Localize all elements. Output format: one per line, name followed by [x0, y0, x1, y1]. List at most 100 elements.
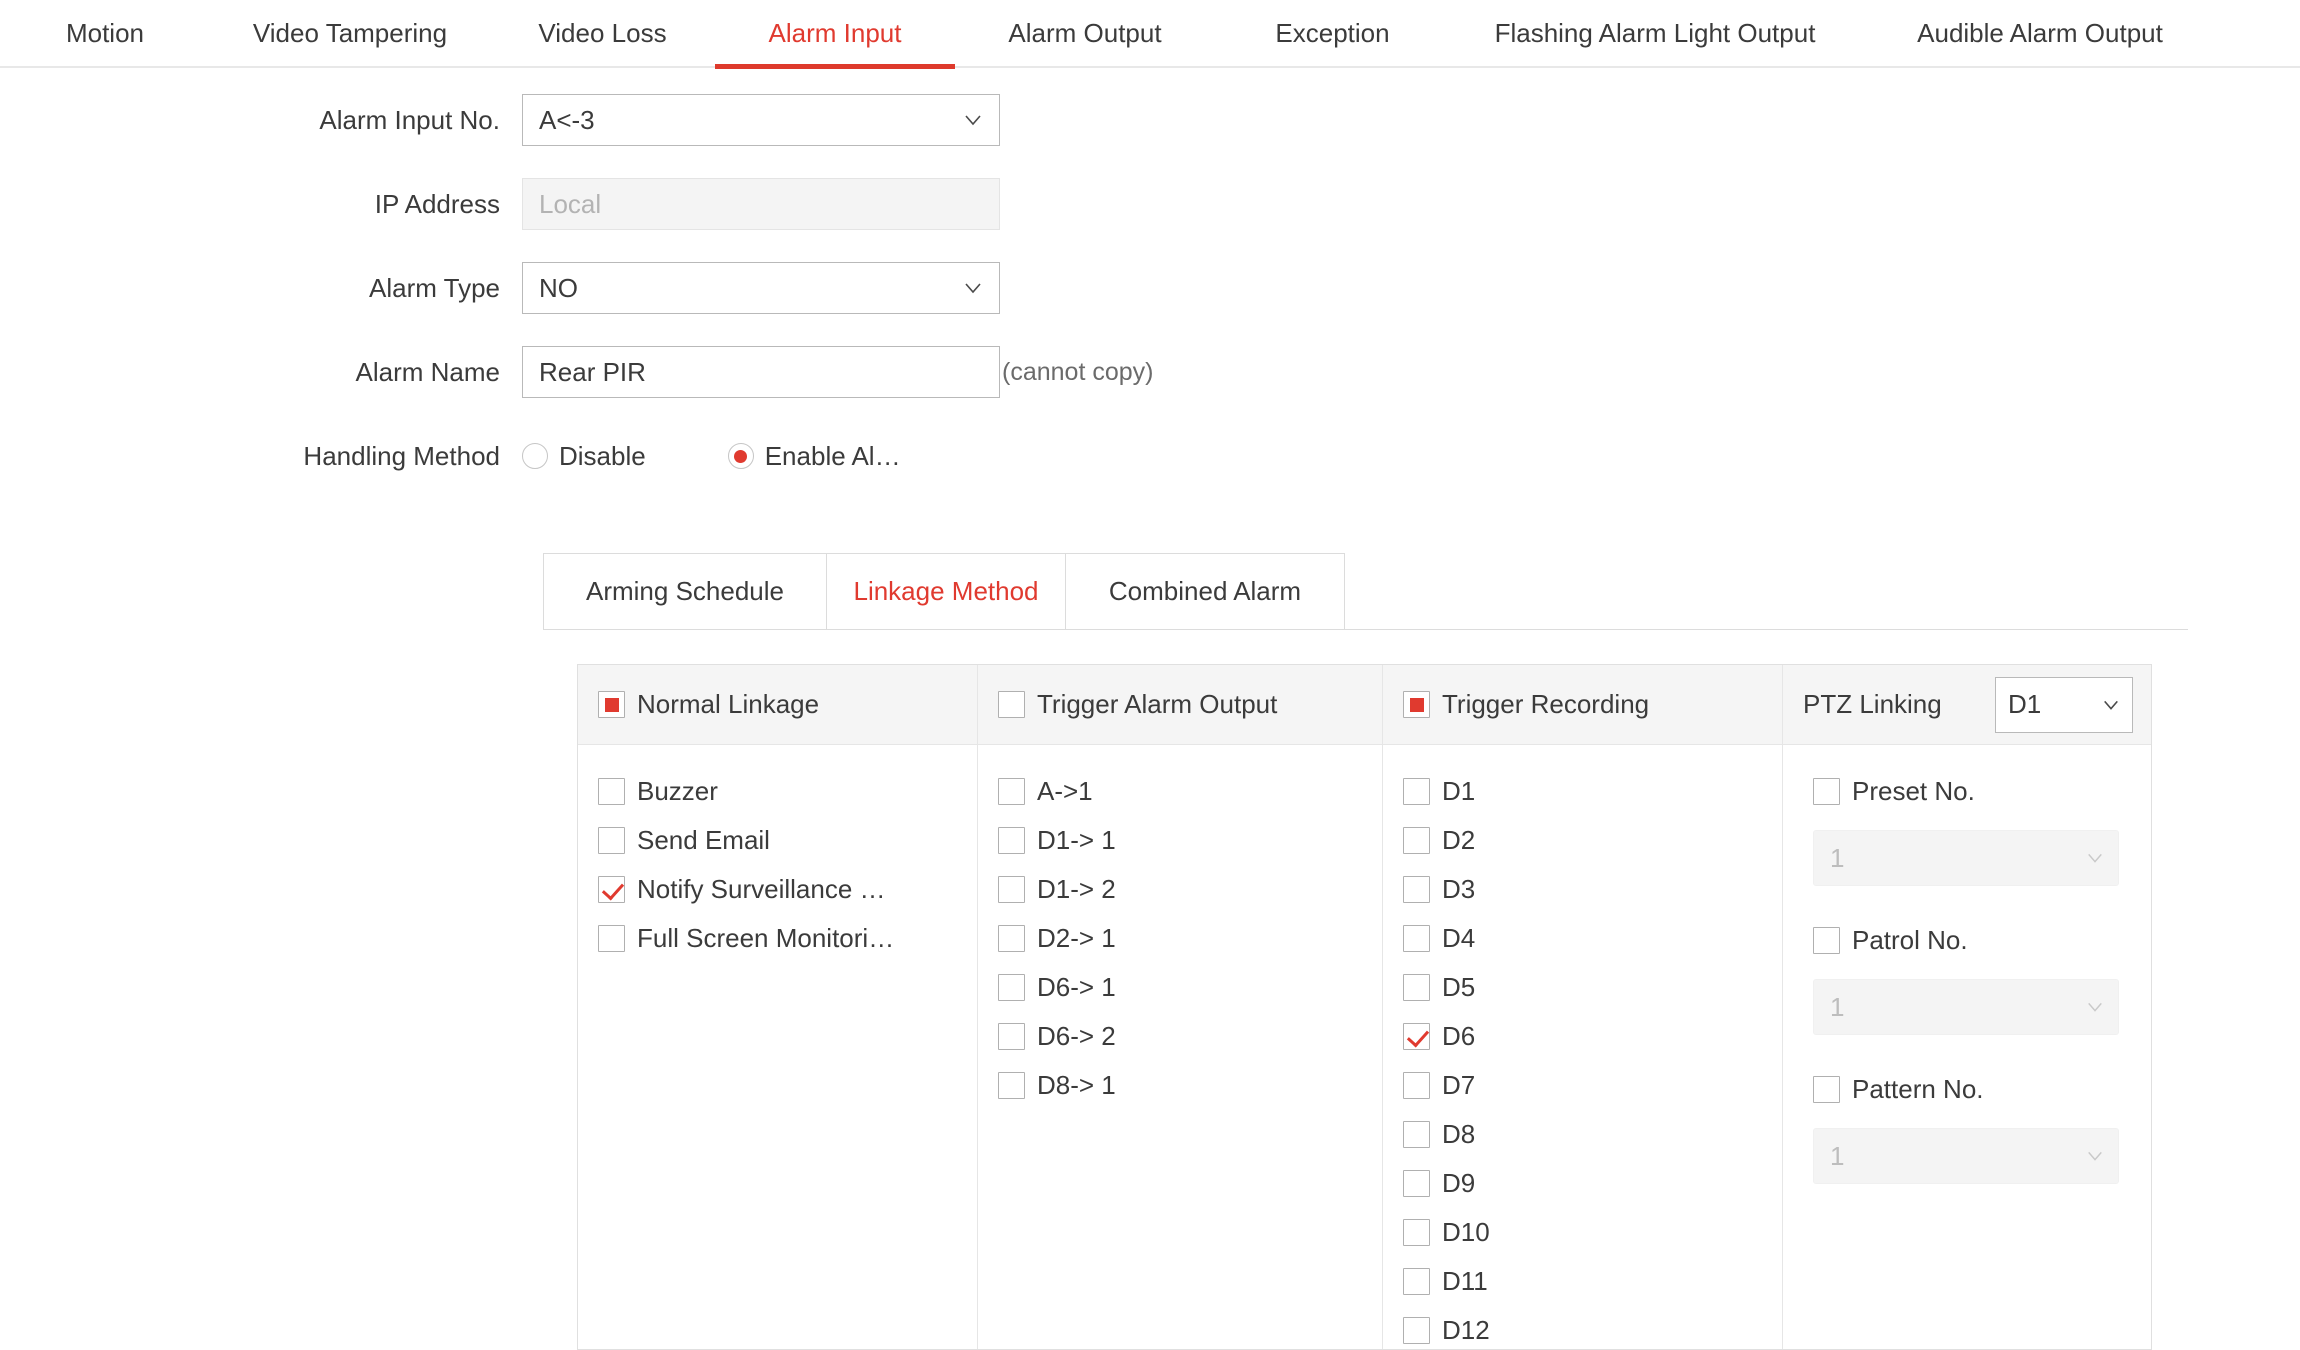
normal-linkage-item[interactable]: Buzzer — [598, 767, 957, 816]
checkbox-icon[interactable] — [598, 827, 625, 854]
normal-linkage-header-checkbox[interactable] — [598, 691, 625, 718]
checkbox-icon[interactable] — [1403, 1170, 1430, 1197]
handling-method-option-disable[interactable]: Disable — [522, 441, 646, 472]
radio-icon[interactable] — [727, 443, 754, 469]
trigger-recording-item[interactable]: D5 — [1403, 963, 1762, 1012]
trigger-recording-item[interactable]: D3 — [1403, 865, 1762, 914]
trigger-alarm-output-item[interactable]: A->1 — [998, 767, 1362, 816]
form-row-alarm-name: Alarm Name Rear PIR (cannot copy) — [0, 346, 2300, 398]
tab-video-loss[interactable]: Video Loss — [490, 0, 715, 67]
trigger-alarm-output-item-label: D8-> 1 — [1037, 1070, 1116, 1100]
trigger-alarm-output-item[interactable]: D6-> 2 — [998, 1012, 1362, 1061]
ptz-linking-groups: Preset No. 1 Patrol No. 1 Pattern No. 1 — [1783, 745, 2151, 1214]
checkbox-icon[interactable] — [598, 876, 625, 903]
trigger-recording-item[interactable]: D10 — [1403, 1208, 1762, 1257]
checkbox-icon[interactable] — [998, 876, 1025, 903]
checkbox-icon[interactable] — [598, 925, 625, 952]
trigger-alarm-output-item[interactable]: D8-> 1 — [998, 1061, 1362, 1110]
trigger-recording-item[interactable]: D2 — [1403, 816, 1762, 865]
tab-exception[interactable]: Exception — [1215, 0, 1450, 67]
tab-motion[interactable]: Motion — [0, 0, 210, 67]
trigger-alarm-output-item[interactable]: D1-> 1 — [998, 816, 1362, 865]
checkbox-icon[interactable] — [1403, 778, 1430, 805]
normal-linkage-header[interactable]: Normal Linkage — [578, 665, 977, 745]
ptz-group-value-select[interactable]: 1 — [1813, 979, 2119, 1035]
tab-alarm-input[interactable]: Alarm Input — [715, 0, 955, 69]
checkbox-icon[interactable] — [598, 778, 625, 805]
alarm-input-no-select[interactable]: A<-3 — [522, 94, 1000, 146]
tab-audible-alarm-output[interactable]: Audible Alarm Output — [1860, 0, 2220, 67]
tab-flashing-alarm-light-output[interactable]: Flashing Alarm Light Output — [1450, 0, 1860, 67]
checkbox-icon[interactable] — [1403, 876, 1430, 903]
ptz-group-checkbox-row[interactable]: Patrol No. — [1813, 916, 2131, 965]
checkbox-icon[interactable] — [998, 1072, 1025, 1099]
trigger-recording-item[interactable]: D1 — [1403, 767, 1762, 816]
trigger-recording-header-checkbox[interactable] — [1403, 691, 1430, 718]
linkage-method-table: Normal Linkage Buzzer Send Email Notify Su… — [577, 664, 2152, 1350]
subtab-linkage-method[interactable]: Linkage Method — [826, 553, 1066, 629]
ptz-group-value-select[interactable]: 1 — [1813, 1128, 2119, 1184]
tab-alarm-output[interactable]: Alarm Output — [955, 0, 1215, 67]
checkbox-icon[interactable] — [1403, 1023, 1430, 1050]
tab-label: Exception — [1275, 17, 1390, 48]
checkbox-icon[interactable] — [1403, 1219, 1430, 1246]
checkbox-icon[interactable] — [1403, 925, 1430, 952]
checkbox-icon[interactable] — [998, 1023, 1025, 1050]
trigger-recording-header[interactable]: Trigger Recording — [1383, 665, 1782, 745]
checkbox-icon[interactable] — [1403, 1121, 1430, 1148]
trigger-recording-item[interactable]: D11 — [1403, 1257, 1762, 1306]
checkbox-icon[interactable] — [998, 974, 1025, 1001]
normal-linkage-item[interactable]: Full Screen Monitori… — [598, 914, 957, 963]
ptz-group-checkbox-row[interactable]: Preset No. — [1813, 767, 2131, 816]
trigger-alarm-output-item[interactable]: D2-> 1 — [998, 914, 1362, 963]
alarm-type-label: Alarm Type — [368, 272, 500, 303]
trigger-alarm-output-item-label: D2-> 1 — [1037, 923, 1116, 953]
radio-icon[interactable] — [522, 443, 548, 469]
trigger-recording-item[interactable]: D6 — [1403, 1012, 1762, 1061]
trigger-alarm-output-header-checkbox[interactable] — [998, 691, 1025, 718]
alarm-type-select[interactable]: NO — [522, 262, 1000, 314]
subtab-combined-alarm[interactable]: Combined Alarm — [1065, 553, 1345, 629]
ptz-group-checkbox-row[interactable]: Pattern No. — [1813, 1065, 2131, 1114]
tab-label: Audible Alarm Output — [1917, 17, 2163, 48]
normal-linkage-header-label: Normal Linkage — [637, 689, 820, 719]
column-normal-linkage: Normal Linkage Buzzer Send Email Notify Su… — [578, 665, 978, 1349]
checkbox-icon[interactable] — [1403, 827, 1430, 854]
linkage-section: Arming Schedule Linkage Method Combined Al… — [543, 553, 2188, 1350]
checkbox-icon[interactable] — [998, 827, 1025, 854]
checkbox-icon[interactable] — [1403, 1268, 1430, 1295]
checkbox-icon[interactable] — [1813, 927, 1840, 954]
ptz-channel-select[interactable]: D1 — [1995, 676, 2133, 733]
trigger-alarm-output-item-label: D6-> 1 — [1037, 972, 1116, 1002]
checkbox-icon[interactable] — [1403, 974, 1430, 1001]
checkbox-icon[interactable] — [1403, 1072, 1430, 1099]
trigger-alarm-output-item-label: D1-> 2 — [1037, 874, 1116, 904]
checkbox-icon[interactable] — [1813, 1076, 1840, 1103]
tab-video-tampering[interactable]: Video Tampering — [210, 0, 490, 67]
ip-address-field[interactable]: Local — [522, 178, 1000, 230]
checkbox-icon[interactable] — [1403, 1317, 1430, 1344]
trigger-recording-item[interactable]: D12 — [1403, 1306, 1762, 1349]
trigger-alarm-output-header[interactable]: Trigger Alarm Output — [978, 665, 1382, 745]
ptz-group-value-select[interactable]: 1 — [1813, 830, 2119, 886]
normal-linkage-item[interactable]: Notify Surveillance … — [598, 865, 957, 914]
radio-label: Enable Al… — [764, 440, 901, 471]
checkbox-icon[interactable] — [1813, 778, 1840, 805]
alarm-name-input[interactable]: Rear PIR — [522, 346, 1000, 398]
trigger-recording-item[interactable]: D8 — [1403, 1110, 1762, 1159]
subtab-arming-schedule[interactable]: Arming Schedule — [543, 553, 827, 629]
form-row-ip-address: IP Address Local — [0, 178, 2300, 230]
alarm-type-value: NO — [539, 272, 578, 303]
tab-label: Motion — [65, 17, 145, 48]
trigger-recording-item[interactable]: D7 — [1403, 1061, 1762, 1110]
checkbox-icon[interactable] — [998, 925, 1025, 952]
handling-method-option-enable[interactable]: Enable Al… — [727, 440, 901, 472]
normal-linkage-item[interactable]: Send Email — [598, 816, 957, 865]
chevron-down-icon — [965, 115, 981, 126]
trigger-recording-item[interactable]: D4 — [1403, 914, 1762, 963]
trigger-alarm-output-item-label: D6-> 2 — [1037, 1021, 1116, 1051]
trigger-recording-item[interactable]: D9 — [1403, 1159, 1762, 1208]
checkbox-icon[interactable] — [998, 778, 1025, 805]
trigger-alarm-output-item[interactable]: D6-> 1 — [998, 963, 1362, 1012]
trigger-alarm-output-item[interactable]: D1-> 2 — [998, 865, 1362, 914]
